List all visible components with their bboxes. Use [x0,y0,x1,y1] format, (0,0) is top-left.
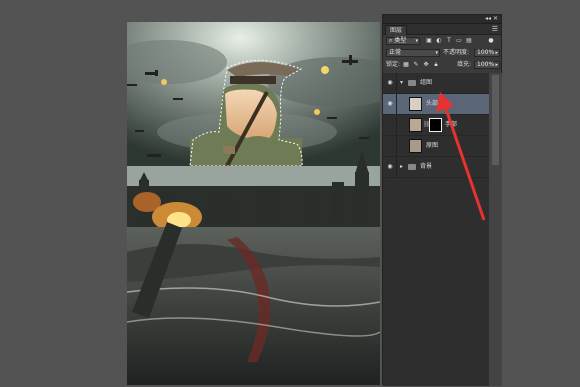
opacity-label: 不透明度: [443,49,470,56]
layer-row-group[interactable]: ◉ ▾ 组图 [383,73,489,94]
layer-row-head[interactable]: ◉ 头部 [383,94,489,115]
fill-value: 100% [477,61,495,68]
layer-name: 组图 [420,79,433,86]
collapse-triangle-icon[interactable]: ▸ [400,157,403,177]
lock-row: 锁定: ▦ ✎ ✥ 🔒︎ 填充: 100% ▸ [383,59,501,71]
panel-title-bar: ◂◂ ✕ [383,15,501,24]
layer-row-background-group[interactable]: ◉ ▸ 背景 [383,157,489,178]
layer-thumbnail [409,97,422,111]
chevron-down-icon: ▾ [435,50,438,56]
layer-name: 背景 [420,163,433,170]
opacity-input[interactable]: 100% ▸ [474,49,500,57]
blend-mode-select[interactable]: 正常 ▾ [386,49,440,57]
panel-window-controls[interactable]: ◂◂ ✕ [485,15,498,23]
image-filter-icon[interactable]: ▣ [425,37,433,45]
filter-row: ⌕ 类型 ▾ ▣ ◐ T ▭ ▤ ● [383,35,501,47]
tab-layers[interactable]: 图层 [385,25,408,35]
search-icon: ⌕ [389,37,393,44]
eye-icon[interactable]: ◉ [385,142,395,150]
chevron-down-icon: ▾ [415,38,418,44]
layers-list: ◉ ▾ 组图 ◉ 头部 ◉ ⛓ 手部 ◉ 原图 ◉ [383,73,489,386]
layer-name: 手部 [445,121,458,128]
panel-tab-bar: 图层 ☰ [383,24,501,35]
panel-menu-icon[interactable]: ☰ [492,24,498,34]
chevron-down-icon: ▸ [495,62,498,68]
blend-row: 正常 ▾ 不透明度: 100% ▸ [383,47,501,59]
eye-icon[interactable]: ◉ [385,79,395,87]
opacity-value: 100% [477,49,495,56]
lock-all-icon[interactable]: 🔒︎ [432,61,440,69]
layer-row-hand[interactable]: ◉ ⛓ 手部 [383,115,489,136]
smart-object-filter-icon[interactable]: ▤ [465,37,473,45]
blend-mode-value: 正常 [389,49,402,56]
folder-icon [408,164,416,170]
document-canvas[interactable] [127,22,380,385]
scrollbar-thumb[interactable] [492,75,499,165]
kind-filter-select[interactable]: ⌕ 类型 ▾ [386,37,420,45]
kind-filter-value: 类型 [394,37,407,44]
chevron-down-icon: ▸ [495,50,498,56]
eye-icon[interactable]: ◉ [385,121,395,129]
lock-pixels-icon[interactable]: ▦ [402,61,410,69]
lock-move-icon[interactable]: ✥ [422,61,430,69]
layer-thumbnail [409,139,422,153]
layer-mask-thumbnail[interactable] [429,118,442,132]
lock-brush-icon[interactable]: ✎ [412,61,420,69]
eye-icon[interactable]: ◉ [385,100,395,108]
layer-name: 原图 [426,142,439,149]
circle-filter-icon[interactable]: ◐ [435,37,443,45]
eye-icon[interactable]: ◉ [385,163,395,171]
fill-label: 填充: [457,61,472,68]
canvas-image [127,22,380,385]
layers-panel: ◂◂ ✕ 图层 ☰ ⌕ 类型 ▾ ▣ ◐ T ▭ ▤ ● 正常 ▾ 不透明度: … [382,14,502,386]
folder-icon [408,80,416,86]
filter-toggle-icon[interactable]: ● [487,37,495,45]
layer-row-original[interactable]: ◉ 原图 [383,136,489,157]
shape-filter-icon[interactable]: ▭ [455,37,463,45]
layers-scrollbar[interactable] [489,73,502,386]
lock-label: 锁定: [386,61,401,68]
layer-thumbnail [409,118,422,132]
text-filter-icon[interactable]: T [445,37,453,45]
layer-name: 头部 [426,100,439,107]
expand-triangle-icon[interactable]: ▾ [400,73,403,93]
fill-input[interactable]: 100% ▸ [474,61,500,69]
